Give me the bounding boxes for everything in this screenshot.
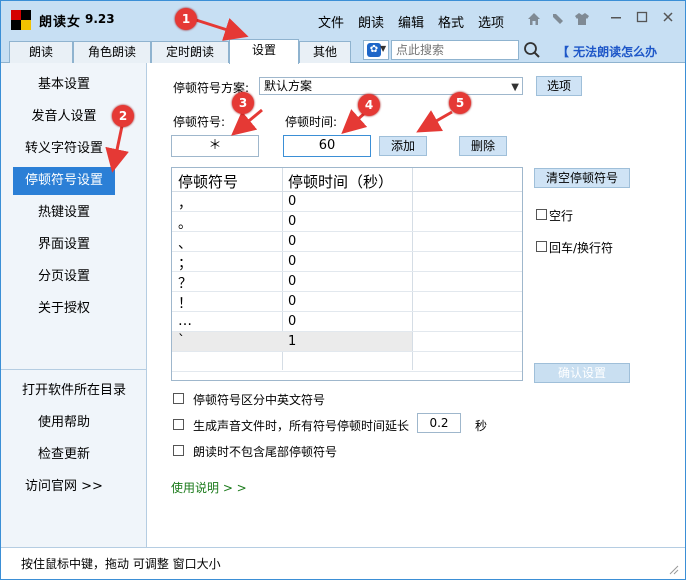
sidebar-item-paging[interactable]: 分页设置 (13, 263, 115, 291)
annotation-marker-2: 2 (112, 105, 134, 127)
menu-options[interactable]: 选项 (471, 12, 511, 31)
sidebar-divider (1, 369, 147, 370)
extend-pause-unit: 秒 (475, 419, 488, 433)
annotation-marker-1: 1 (175, 8, 197, 30)
tab-other[interactable]: 其他 (299, 41, 351, 63)
app-version: 9.23 (85, 12, 115, 26)
menu-read[interactable]: 朗读 (351, 12, 391, 31)
toolbar-icons (525, 11, 591, 29)
scheme-value: 默认方案 (264, 79, 313, 93)
blank-line-label: 空行 (549, 209, 574, 223)
table-row[interactable]: ！ 0 (172, 292, 522, 312)
add-button[interactable]: 添加 (379, 136, 427, 156)
home-icon[interactable] (525, 11, 543, 29)
table-row[interactable]: ？ 0 (172, 272, 522, 292)
tools-icon[interactable] (549, 11, 567, 29)
search-input[interactable] (391, 40, 519, 60)
table-row[interactable]: ` 1 (172, 332, 522, 352)
sidebar-item-escape[interactable]: 转义字符设置 (13, 135, 115, 163)
help-docs-link[interactable]: 使用帮助 (13, 409, 115, 437)
scheme-select[interactable]: 默认方案 ▼ (259, 77, 523, 95)
resize-grip-icon[interactable] (669, 564, 679, 575)
paw-icon: ✿ (367, 43, 381, 57)
blank-line-checkbox[interactable] (536, 209, 547, 220)
extend-pause-checkbox[interactable] (173, 419, 184, 430)
shirt-icon[interactable] (573, 11, 591, 29)
table-row[interactable]: … 0 (172, 312, 522, 332)
sidebar-item-basic[interactable]: 基本设置 (13, 71, 115, 99)
check-update-link[interactable]: 检查更新 (13, 441, 115, 469)
distinguish-cn-en-label: 停顿符号区分中英文符号 (193, 393, 326, 407)
sidebar-item-pause[interactable]: 停顿符号设置 (13, 167, 115, 195)
app-logo-icon (11, 10, 31, 30)
table-row[interactable]: 。 0 (172, 212, 522, 232)
exclude-tail-label: 朗读时不包含尾部停顿符号 (193, 445, 338, 459)
chevron-down-icon: ▼ (511, 82, 519, 93)
newline-label: 回车/换行符 (549, 241, 614, 255)
confirm-settings-button[interactable]: 确认设置 (534, 363, 630, 383)
sidebar: 基本设置 发音人设置 转义字符设置 停顿符号设置 热键设置 界面设置 分页设置 … (1, 63, 147, 547)
column-header-symbol: 停顿符号 (178, 173, 239, 191)
extend-pause-label: 生成声音文件时，所有符号停顿时间延长 (193, 419, 410, 433)
delete-button[interactable]: 删除 (459, 136, 507, 156)
table-row[interactable]: 、 0 (172, 232, 522, 252)
minimize-icon[interactable] (605, 10, 627, 30)
tab-read[interactable]: 朗读 (9, 41, 73, 63)
chevron-down-icon[interactable]: ▼ (380, 44, 386, 53)
close-icon[interactable] (657, 10, 679, 30)
usage-instructions-link[interactable]: 使用说明 > > (171, 479, 247, 496)
sidebar-item-hotkey[interactable]: 热键设置 (13, 199, 115, 227)
annotation-marker-5: 5 (449, 92, 471, 114)
sidebar-item-voice[interactable]: 发音人设置 (13, 103, 115, 131)
distinguish-cn-en-checkbox[interactable] (173, 393, 184, 404)
app-window: 朗读女 9.23 文件 朗读 编辑 格式 选项 朗读 角色朗读 定时朗读 设置 … (0, 0, 686, 580)
open-folder-link[interactable]: 打开软件所在目录 (5, 377, 143, 405)
annotation-marker-4: 4 (358, 94, 380, 116)
status-bar: 按住鼠标中键，拖动 可调整 窗口大小 (1, 547, 685, 579)
annotation-marker-3: 3 (232, 92, 254, 114)
column-header-time: 停顿时间（秒） (288, 173, 394, 191)
table-row[interactable]: ， 0 (172, 192, 522, 212)
newline-checkbox[interactable] (536, 241, 547, 252)
help-link[interactable]: 【 无法朗读怎么办 (557, 43, 657, 60)
menu-file[interactable]: 文件 (311, 12, 351, 31)
menu-format[interactable]: 格式 (431, 12, 471, 31)
clear-symbols-button[interactable]: 清空停顿符号 (534, 168, 630, 188)
tab-role-read[interactable]: 角色朗读 (73, 41, 151, 63)
pause-symbol-table[interactable]: 停顿符号 停顿时间（秒） ， 0 。 0 、 0 ； 0 ？ 0 ！ 0 … 0 ` 1 (171, 167, 523, 381)
window-controls (605, 10, 679, 30)
symbol-input[interactable]: ＊ (171, 135, 259, 157)
options-button[interactable]: 选项 (536, 76, 582, 96)
table-row-empty (172, 352, 522, 372)
symbol-label: 停顿符号: (173, 115, 226, 129)
exclude-tail-checkbox[interactable] (173, 445, 184, 456)
menu-bar: 文件 朗读 编辑 格式 选项 (311, 12, 511, 31)
search-icon[interactable] (522, 40, 542, 60)
menu-edit[interactable]: 编辑 (391, 12, 431, 31)
tab-timed-read[interactable]: 定时朗读 (151, 41, 229, 63)
sidebar-item-interface[interactable]: 界面设置 (13, 231, 115, 259)
sidebar-item-license[interactable]: 关于授权 (13, 295, 115, 323)
title-bar: 朗读女 9.23 文件 朗读 编辑 格式 选项 (1, 1, 685, 39)
tab-settings[interactable]: 设置 (229, 39, 299, 64)
table-row[interactable]: ； 0 (172, 252, 522, 272)
status-text: 按住鼠标中键，拖动 可调整 窗口大小 (21, 557, 221, 571)
table-header: 停顿符号 停顿时间（秒） (172, 168, 522, 192)
time-input[interactable]: 60 (283, 135, 371, 157)
app-title: 朗读女 (39, 15, 82, 30)
maximize-icon[interactable] (631, 10, 653, 30)
extend-pause-input[interactable]: 0.2 (417, 413, 461, 433)
visit-website-link[interactable]: 访问官网 >> (13, 473, 115, 501)
time-label: 停顿时间: (285, 115, 338, 129)
